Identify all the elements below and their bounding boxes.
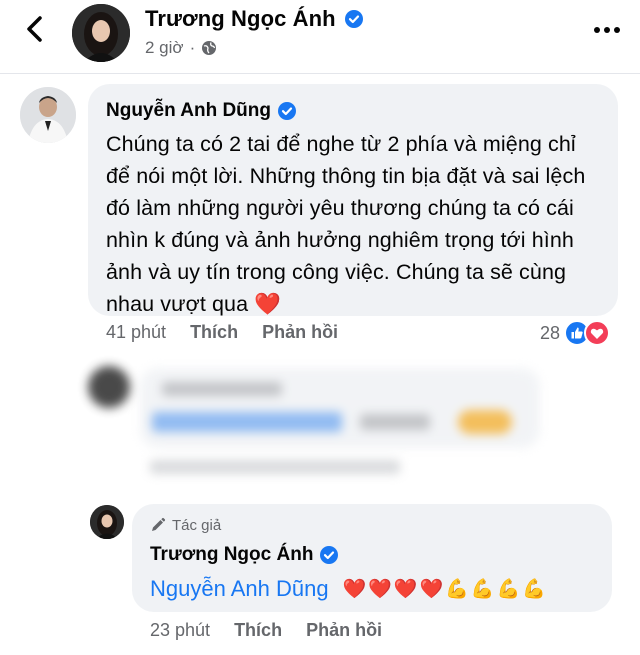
reply-author-name[interactable]: Trương Ngọc Ánh: [150, 544, 313, 566]
comment-bubble: Nguyễn Anh Dũng Chúng ta có 2 tai để ngh…: [88, 84, 618, 316]
love-reaction-icon: [584, 320, 611, 346]
blurred-emoji: [458, 410, 512, 434]
comment-body: Chúng ta có 2 tai để nghe từ 2 phía và m…: [106, 132, 586, 316]
heart-emoji: ❤️: [254, 292, 282, 316]
like-button[interactable]: Thích: [190, 322, 238, 343]
comment-author[interactable]: Nguyễn Anh Dũng: [106, 96, 602, 126]
blurred-mention: [152, 412, 342, 432]
post-header: Trương Ngọc Ánh 2 giờ ·: [0, 0, 640, 74]
blurred-text: [360, 414, 430, 430]
verified-badge-icon: [320, 546, 339, 564]
reply-author[interactable]: Trương Ngọc Ánh: [150, 540, 596, 570]
reply-bubble: Tác giả Trương Ngọc Ánh Nguyễn Anh Dũng …: [132, 504, 612, 612]
blurred-actions: [150, 460, 400, 474]
verified-badge-icon: [278, 102, 296, 120]
author-badge-label: Tác giả: [172, 516, 222, 534]
reply-author-avatar[interactable]: [90, 505, 124, 539]
comment-actions: 41 phút Thích Phản hồi: [106, 322, 338, 343]
back-arrow-icon[interactable]: [22, 14, 48, 44]
blurred-bubble: [140, 368, 540, 448]
reply-like-button[interactable]: Thích: [234, 620, 282, 641]
reply-time[interactable]: 23 phút: [150, 620, 210, 641]
pencil-icon: [152, 517, 166, 531]
post-meta: 2 giờ ·: [145, 38, 217, 58]
reaction-icons: [564, 320, 611, 346]
reply-text: Nguyễn Anh Dũng ❤️❤️❤️❤️💪💪💪💪: [150, 576, 596, 602]
separator-dot: ·: [189, 38, 196, 57]
reply-button[interactable]: Phản hồi: [262, 322, 338, 343]
globe-icon: [202, 41, 217, 55]
comment-text: Chúng ta có 2 tai để nghe từ 2 phía và m…: [106, 128, 602, 320]
reaction-count[interactable]: 28: [540, 323, 560, 344]
author-badge: Tác giả: [150, 514, 596, 536]
reply-reply-button[interactable]: Phản hồi: [306, 620, 382, 641]
more-icon[interactable]: [592, 20, 622, 40]
blurred-name: [162, 382, 282, 396]
comment-author-name[interactable]: Nguyễn Anh Dũng: [106, 100, 271, 122]
post-author-name[interactable]: Trương Ngọc Ánh: [145, 6, 364, 32]
blurred-avatar: [88, 366, 130, 408]
verified-badge-icon: [344, 10, 363, 28]
commenter-avatar[interactable]: [20, 87, 76, 143]
reply-emojis: ❤️❤️❤️❤️💪💪💪💪: [342, 579, 548, 600]
reply-actions: 23 phút Thích Phản hồi: [150, 620, 382, 641]
post-author-name-text[interactable]: Trương Ngọc Ánh: [145, 6, 336, 32]
blurred-comment: [80, 362, 550, 487]
comment-time[interactable]: 41 phút: [106, 322, 166, 343]
author-avatar[interactable]: [72, 4, 130, 62]
post-time[interactable]: 2 giờ: [145, 38, 184, 58]
mention-link[interactable]: Nguyễn Anh Dũng: [150, 576, 329, 602]
reaction-summary[interactable]: 28: [540, 320, 611, 346]
